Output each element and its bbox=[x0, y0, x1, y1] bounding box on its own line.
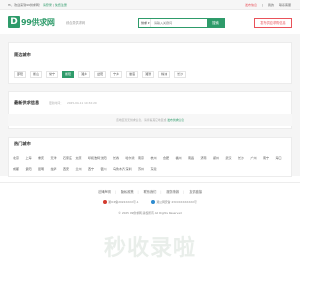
hot-city-link[interactable]: 石家庄 bbox=[63, 156, 76, 160]
hot-city-link[interactable]: 沈阳 bbox=[101, 156, 114, 160]
search-category-select[interactable]: 供求 ▾ bbox=[139, 19, 151, 27]
city-tag[interactable]: 长沙 bbox=[174, 71, 187, 78]
filing-info: 湘ICP备2022XXXX号-1 湘公网安备 43XXXXXXXXXX号 bbox=[0, 200, 300, 204]
top-divider: | bbox=[262, 3, 264, 7]
icp-filing[interactable]: 湘ICP备2022XXXX号-1 bbox=[103, 200, 139, 204]
city-tag-active[interactable]: 衡阳 bbox=[62, 71, 75, 78]
logo-icon: D bbox=[8, 16, 20, 28]
footer-link-friends[interactable]: 友情链接 bbox=[189, 189, 202, 194]
latest-update-time: 更新时间： 2025-04-11 10:32:20 bbox=[49, 101, 97, 105]
hot-city-link[interactable]: 武汉 bbox=[226, 156, 239, 160]
top-publish-link[interactable]: 发布信息 bbox=[245, 3, 257, 7]
city-tag[interactable]: 益阳 bbox=[94, 71, 107, 78]
search-button[interactable]: 搜索 bbox=[207, 19, 224, 27]
hot-city-link[interactable]: 西安 bbox=[63, 167, 76, 171]
gov-badge-icon bbox=[103, 200, 108, 204]
hot-city-link[interactable]: 广州 bbox=[251, 156, 264, 160]
hot-city-link[interactable]: 兰州 bbox=[76, 167, 89, 171]
hot-city-link[interactable]: 福州 bbox=[176, 156, 189, 160]
copyright: © 2025 99供求网 版权所有 All Rights Reserved bbox=[118, 211, 182, 215]
top-my-link[interactable]: 我的 bbox=[268, 3, 274, 7]
hot-city-link[interactable]: 太原 bbox=[76, 156, 89, 160]
empty-notice-text: 该地区暂无供求信息，请查看其它地区或 bbox=[115, 118, 167, 122]
register-link[interactable]: 免费注册 bbox=[55, 3, 67, 7]
search-box: 供求 ▾ 搜索 bbox=[138, 18, 225, 28]
nearby-city-tags: 邵阳 衡山 常宁 衡阳 湘乡 益阳 宁乡 娄底 湘潭 株洲 长沙 bbox=[14, 71, 190, 78]
icp-filing-text: 湘ICP备2022XXXX号-1 bbox=[108, 200, 139, 204]
hot-city-link[interactable]: 贵阳 bbox=[26, 167, 39, 171]
hot-city-link[interactable]: 东莞 bbox=[151, 167, 164, 171]
hot-city-link[interactable]: 南昌 bbox=[188, 156, 201, 160]
footer-link-contact[interactable]: 联系我们 bbox=[144, 189, 157, 194]
hot-city-link[interactable]: 济南 bbox=[201, 156, 214, 160]
city-tag[interactable]: 湘潭 bbox=[142, 71, 155, 78]
city-tag[interactable]: 株洲 bbox=[158, 71, 171, 78]
chevron-down-icon: ▾ bbox=[147, 21, 150, 25]
greeting-text: Hi，欢迎来到99供求网！ bbox=[8, 3, 42, 7]
hot-city-link[interactable]: 重庆 bbox=[38, 156, 51, 160]
city-tag[interactable]: 常宁 bbox=[46, 71, 59, 78]
city-tag[interactable]: 娄底 bbox=[126, 71, 139, 78]
city-tag[interactable]: 衡山 bbox=[30, 71, 43, 78]
hot-city-link[interactable]: 上海 bbox=[26, 156, 39, 160]
hot-city-link[interactable]: 合肥 bbox=[163, 156, 176, 160]
hot-city-link[interactable]: 昆明 bbox=[38, 167, 51, 171]
footer-links: 法律声明 | 隐私政策 | 联系我们 | 服务条款 | 友情链接 bbox=[97, 189, 203, 194]
hot-city-link[interactable]: 南宁 bbox=[263, 156, 276, 160]
greeting: Hi，欢迎来到99供求网！ 请登录 | 免费注册 bbox=[8, 3, 67, 7]
slogan: 综合类供求网 bbox=[66, 21, 86, 25]
hot-city-link[interactable]: 长沙 bbox=[238, 156, 251, 160]
footer-divider bbox=[0, 182, 300, 183]
footer-link-legal[interactable]: 法律声明 bbox=[98, 189, 111, 194]
top-actions: 发布信息 | 我的 联系客服 bbox=[241, 3, 291, 7]
hot-city-link[interactable]: 杭州 bbox=[151, 156, 164, 160]
hot-city-link[interactable]: 西宁 bbox=[88, 167, 101, 171]
search-input[interactable] bbox=[151, 19, 207, 27]
hot-cities-title: 热门城市 bbox=[14, 141, 31, 146]
empty-publish-link[interactable]: 发布供求信息 bbox=[167, 118, 184, 122]
hot-cities-row: 成都 贵阳 昆明 拉萨 西安 兰州 西宁 银川 乌鲁木齐 深圳 苏州 东莞 bbox=[13, 163, 289, 174]
publish-button[interactable]: 发布供应求购信息 bbox=[254, 18, 292, 28]
hot-cities-panel: 热门城市 北京 上海 重庆 天津 石家庄 太原 呼和浩特 沈阳 长春 哈尔滨 南… bbox=[8, 137, 292, 177]
police-badge-icon bbox=[151, 200, 156, 204]
city-tag[interactable]: 邵阳 bbox=[14, 71, 27, 78]
empty-notice: 该地区暂无供求信息，请查看其它地区或 发布供求信息 bbox=[8, 114, 292, 126]
hot-city-link[interactable]: 南京 bbox=[138, 156, 151, 160]
login-link[interactable]: 请登录 bbox=[43, 3, 52, 7]
footer-link-terms[interactable]: 服务条款 bbox=[166, 189, 179, 194]
hot-city-link[interactable]: 乌鲁木齐 bbox=[113, 167, 126, 171]
city-tag[interactable]: 宁乡 bbox=[110, 71, 123, 78]
hot-city-link[interactable]: 成都 bbox=[13, 167, 26, 171]
hot-city-link[interactable]: 银川 bbox=[101, 167, 114, 171]
hot-city-link[interactable]: 哈尔滨 bbox=[126, 156, 139, 160]
footer-link-privacy[interactable]: 隐私政策 bbox=[121, 189, 134, 194]
nearby-cities-title: 周边城市 bbox=[14, 52, 31, 57]
watermark: 秒收录啦 bbox=[103, 236, 196, 261]
hot-city-link[interactable]: 天津 bbox=[51, 156, 64, 160]
top-service-link[interactable]: 联系客服 bbox=[279, 3, 291, 7]
hot-cities-row: 北京 上海 重庆 天津 石家庄 太原 呼和浩特 沈阳 长春 哈尔滨 南京 杭州 … bbox=[13, 152, 289, 163]
hot-city-link[interactable]: 北京 bbox=[13, 156, 26, 160]
city-tag[interactable]: 湘乡 bbox=[78, 71, 91, 78]
hot-city-link[interactable]: 呼和浩特 bbox=[88, 156, 101, 160]
police-filing[interactable]: 湘公网安备 43XXXXXXXXXX号 bbox=[151, 200, 197, 204]
logo[interactable]: D 99供求网 bbox=[8, 16, 55, 28]
hot-city-link[interactable]: 海口 bbox=[276, 156, 289, 160]
hot-city-link[interactable]: 郑州 bbox=[213, 156, 226, 160]
logo-text: 99供求网 bbox=[21, 17, 55, 27]
hot-city-link[interactable]: 苏州 bbox=[138, 167, 151, 171]
top-bar: Hi，欢迎来到99供求网！ 请登录 | 免费注册 发布信息 | 我的 联系客服 bbox=[0, 0, 300, 10]
police-filing-text: 湘公网安备 43XXXXXXXXXX号 bbox=[156, 200, 197, 204]
latest-update-date: 2025-04-11 10:32:20 bbox=[67, 101, 97, 105]
hot-city-link[interactable]: 深圳 bbox=[126, 167, 139, 171]
hot-cities-grid: 北京 上海 重庆 天津 石家庄 太原 呼和浩特 沈阳 长春 哈尔滨 南京 杭州 … bbox=[13, 152, 289, 174]
header: D 99供求网 综合类供求网 供求 ▾ 搜索 发布供应求购信息 bbox=[0, 10, 300, 34]
latest-info-title: 最新供求信息 bbox=[14, 100, 40, 105]
hot-city-link[interactable]: 长春 bbox=[113, 156, 126, 160]
nearby-cities-panel: 周边城市 邵阳 衡山 常宁 衡阳 湘乡 益阳 宁乡 娄底 湘潭 株洲 长沙 bbox=[8, 42, 292, 84]
hot-city-link[interactable]: 拉萨 bbox=[51, 167, 64, 171]
latest-update-label: 更新时间： bbox=[49, 101, 63, 105]
